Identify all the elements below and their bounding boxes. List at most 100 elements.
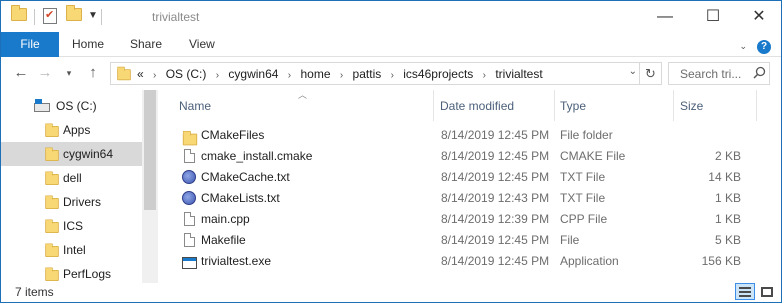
details-view-icon bbox=[739, 287, 751, 297]
folder-icon bbox=[117, 66, 131, 83]
up-arrow-icon[interactable]: ↑ bbox=[83, 63, 103, 83]
divider bbox=[34, 9, 35, 25]
close-icon[interactable]: ✕ bbox=[736, 1, 782, 32]
sort-ascending-icon: ︿ bbox=[298, 90, 308, 100]
file-date: 8/14/2019 12:39 PM bbox=[441, 212, 550, 226]
tab-share[interactable]: Share bbox=[130, 32, 162, 57]
chevron-right-icon[interactable]: › bbox=[483, 70, 486, 81]
back-arrow-icon[interactable]: ← bbox=[11, 63, 31, 83]
application-icon bbox=[182, 255, 197, 276]
properties-icon[interactable] bbox=[43, 8, 57, 26]
breadcrumb-cygwin64[interactable]: cygwin64 bbox=[228, 67, 278, 81]
file-name: CMakeFiles bbox=[201, 128, 265, 142]
file-date: 8/14/2019 12:45 PM bbox=[441, 170, 550, 184]
tab-view[interactable]: View bbox=[189, 32, 215, 57]
file-size: 1 KB bbox=[714, 191, 741, 205]
file-type: CPP File bbox=[560, 212, 608, 226]
file-row[interactable]: CMakeLists.txt 8/14/2019 12:43 PM TXT Fi… bbox=[158, 188, 781, 209]
expand-ribbon-icon[interactable]: ⌄ bbox=[739, 41, 747, 52]
details-view-button[interactable] bbox=[735, 283, 755, 300]
ribbon-controls: ⌄? bbox=[739, 38, 771, 54]
breadcrumb-ics46projects[interactable]: ics46projects bbox=[403, 67, 473, 81]
file-row[interactable]: main.cpp 8/14/2019 12:39 PM CPP File 1 K… bbox=[158, 209, 781, 230]
file-size: 2 KB bbox=[714, 149, 741, 163]
folder-icon bbox=[45, 219, 59, 234]
column-divider[interactable] bbox=[433, 90, 434, 121]
nav-item-label: dell bbox=[63, 171, 82, 185]
nav-item-drivers[interactable]: Drivers bbox=[1, 190, 142, 214]
file-row[interactable]: cmake_install.cmake 8/14/2019 12:45 PM C… bbox=[158, 146, 781, 167]
window-title: trivialtest bbox=[152, 10, 200, 24]
nav-item-os-c[interactable]: OS (C:) bbox=[1, 94, 142, 118]
chevron-right-icon[interactable]: › bbox=[340, 70, 343, 81]
nav-item-apps[interactable]: Apps bbox=[1, 118, 142, 142]
chevron-right-icon[interactable]: › bbox=[391, 70, 394, 81]
nav-item-label: ICS bbox=[63, 219, 84, 233]
nav-item-label: cygwin64 bbox=[63, 147, 114, 161]
ribbon-tabs: File Home Share View ⌄? bbox=[1, 32, 781, 57]
file-size: 5 KB bbox=[714, 233, 741, 247]
nav-item-label: Apps bbox=[63, 123, 91, 137]
file-row[interactable]: CMakeCache.txt 8/14/2019 12:45 PM TXT Fi… bbox=[158, 167, 781, 188]
file-name: Makefile bbox=[201, 233, 246, 247]
refresh-icon[interactable]: ↻ bbox=[639, 63, 661, 84]
column-divider[interactable] bbox=[673, 90, 674, 121]
file-date: 8/14/2019 12:45 PM bbox=[441, 149, 550, 163]
file-type: CMAKE File bbox=[560, 149, 626, 163]
file-name: main.cpp bbox=[201, 212, 250, 226]
file-type: TXT File bbox=[560, 191, 606, 205]
nav-item-ics[interactable]: ICS bbox=[1, 214, 142, 238]
minimize-icon[interactable]: — bbox=[642, 1, 688, 32]
new-folder-icon[interactable] bbox=[66, 5, 82, 26]
forward-arrow-icon[interactable]: → bbox=[35, 63, 55, 83]
help-icon[interactable]: ? bbox=[757, 40, 771, 54]
quick-access-dropdown-icon[interactable]: ▼ bbox=[88, 10, 98, 21]
folder-icon bbox=[45, 243, 59, 258]
column-size[interactable]: Size bbox=[680, 99, 703, 113]
column-name[interactable]: Name bbox=[179, 99, 211, 113]
scrollbar-thumb[interactable] bbox=[144, 90, 156, 210]
column-divider[interactable] bbox=[554, 90, 555, 121]
nav-item-intel[interactable]: Intel bbox=[1, 238, 142, 262]
file-size: 1 KB bbox=[714, 212, 741, 226]
file-row[interactable]: CMakeFiles 8/14/2019 12:45 PM File folde… bbox=[158, 125, 781, 146]
breadcrumb-home[interactable]: home bbox=[300, 67, 330, 81]
tab-file[interactable]: File bbox=[1, 32, 59, 57]
search-box[interactable]: Search tri... bbox=[668, 62, 770, 85]
file-date: 8/14/2019 12:45 PM bbox=[441, 254, 550, 268]
chevron-right-icon[interactable]: › bbox=[288, 70, 291, 81]
column-date-modified[interactable]: Date modified bbox=[440, 99, 514, 113]
chevron-right-icon[interactable]: › bbox=[216, 70, 219, 81]
navigation-pane: OS (C:) Apps cygwin64 dell Drivers ICS I… bbox=[1, 90, 158, 283]
file-type: Application bbox=[560, 254, 619, 268]
folder-icon bbox=[45, 171, 59, 186]
maximize-icon[interactable]: ☐ bbox=[690, 1, 736, 32]
folder-icon bbox=[45, 123, 59, 138]
breadcrumb-overflow[interactable]: « bbox=[137, 67, 144, 81]
search-icon[interactable] bbox=[753, 66, 766, 79]
address-bar[interactable]: « › OS (C:) › cygwin64 › home › pattis ›… bbox=[110, 62, 662, 85]
nav-item-dell[interactable]: dell bbox=[1, 166, 142, 190]
file-row[interactable]: trivialtest.exe 8/14/2019 12:45 PM Appli… bbox=[158, 251, 781, 272]
nav-item-perflogs[interactable]: PerfLogs bbox=[1, 262, 142, 283]
address-dropdown-icon[interactable]: ⌄ bbox=[629, 66, 637, 77]
nav-item-cygwin64[interactable]: cygwin64 bbox=[1, 142, 142, 166]
breadcrumb-pattis[interactable]: pattis bbox=[353, 67, 382, 81]
column-divider[interactable] bbox=[756, 90, 757, 121]
large-icons-view-button[interactable] bbox=[757, 283, 777, 300]
file-date: 8/14/2019 12:43 PM bbox=[441, 191, 550, 205]
recent-locations-icon[interactable]: ▾ bbox=[59, 63, 79, 83]
nav-item-label: Drivers bbox=[63, 195, 101, 209]
breadcrumb: « › OS (C:) › cygwin64 › home › pattis ›… bbox=[137, 67, 543, 81]
breadcrumb-trivialtest[interactable]: trivialtest bbox=[495, 67, 542, 81]
chevron-right-icon[interactable]: › bbox=[153, 70, 156, 81]
divider bbox=[101, 9, 102, 25]
nav-pane-scrollbar[interactable] bbox=[142, 90, 158, 283]
nav-item-label: PerfLogs bbox=[63, 267, 112, 281]
tab-home[interactable]: Home bbox=[72, 32, 104, 57]
file-list: ︿ Name Date modified Type Size CMakeFile… bbox=[158, 90, 781, 283]
breadcrumb-os-c[interactable]: OS (C:) bbox=[166, 67, 207, 81]
file-row[interactable]: Makefile 8/14/2019 12:45 PM File 5 KB bbox=[158, 230, 781, 251]
nav-item-label: Intel bbox=[63, 243, 86, 257]
column-type[interactable]: Type bbox=[560, 99, 586, 113]
